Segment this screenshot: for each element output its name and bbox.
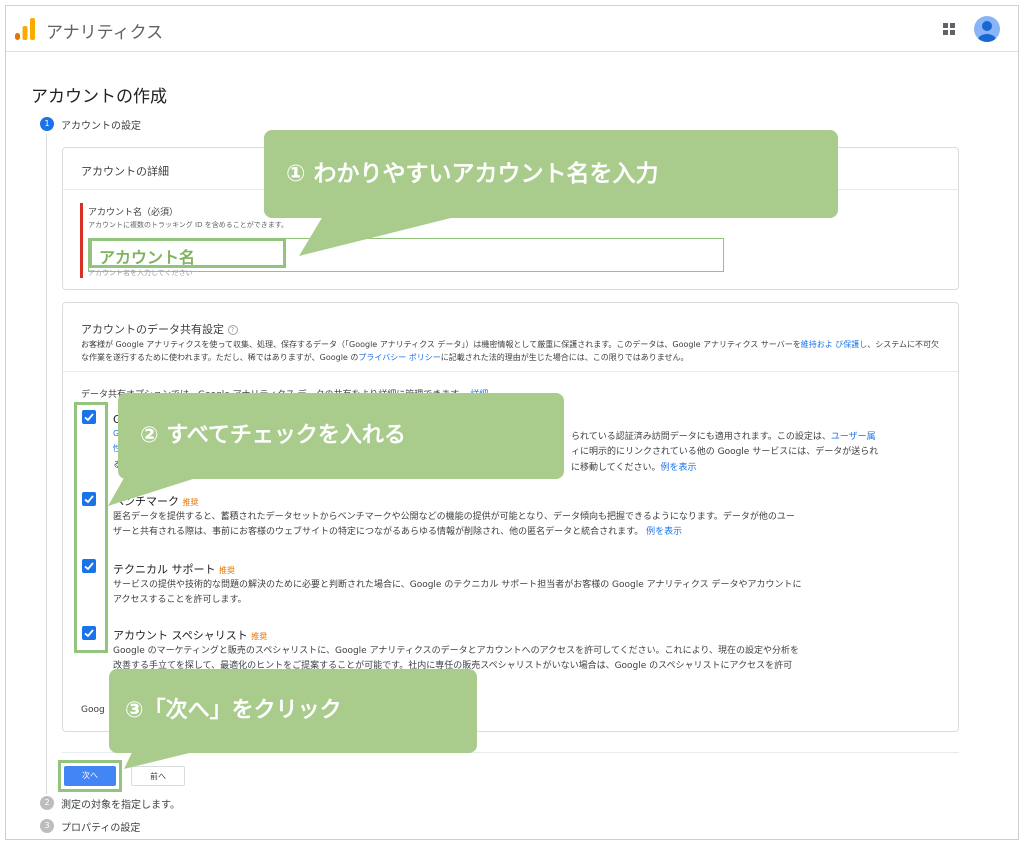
- check-icon: [84, 413, 94, 422]
- checkbox-option-4[interactable]: [82, 626, 96, 640]
- data-sharing-heading-text: アカウントのデータ共有設定: [81, 323, 224, 336]
- analytics-logo-icon: [15, 18, 35, 40]
- option-1-line-3-text: に移動してください。: [571, 463, 661, 473]
- option-1-line-3: に移動してください。例を表示: [571, 460, 696, 473]
- account-name-value: アカウント名: [99, 248, 196, 267]
- step-2-label: 測定の対象を指定します。: [61, 800, 180, 811]
- privacy-policy-link[interactable]: プライバシー ポリシー: [358, 353, 440, 362]
- stepper-line: [46, 134, 47, 794]
- option-1-line-1: られている認証済み訪問データにも適用されます。この設定は、ユーザー属: [571, 429, 876, 442]
- help-icon[interactable]: ?: [227, 325, 238, 335]
- user-avatar[interactable]: [974, 16, 1000, 42]
- account-details-heading: アカウントの詳細: [81, 165, 169, 178]
- user-icon: [978, 21, 996, 42]
- example-link-1[interactable]: 例を表示: [660, 463, 696, 473]
- account-name-help: アカウントに複数のトラッキング ID を含めることができます。: [88, 221, 288, 229]
- option-4-title: アカウント スペシャリスト 推奨: [113, 627, 267, 643]
- data-sharing-description: お客様が Google アナリティクスを使って収集、処理、保存するデータ（「Go…: [81, 338, 943, 364]
- callout-2: ② すべてチェックを入れる: [118, 393, 564, 479]
- option-3-line-1: サービスの提供や技術的な問題の解決のために必要と判断された場合に、Google …: [113, 580, 802, 590]
- data-sharing-card: アカウントのデータ共有設定 ? お客様が Google アナリティクスを使って収…: [62, 302, 959, 732]
- data-sharing-heading: アカウントのデータ共有設定 ?: [81, 321, 238, 337]
- callout-3: ③「次へ」をクリック: [109, 669, 477, 753]
- account-name-error: アカウント名を入力してください: [88, 269, 193, 277]
- checkbox-option-2[interactable]: [82, 492, 96, 506]
- divider: [63, 371, 958, 372]
- step-1-indicator: 1: [40, 117, 54, 131]
- checkbox-option-3[interactable]: [82, 559, 96, 573]
- step-3-label: プロパティの設定: [61, 823, 141, 834]
- top-bar: アナリティクス: [6, 6, 1018, 52]
- page-title: アカウントの作成: [31, 87, 167, 107]
- check-icon: [84, 495, 94, 504]
- option-2-line-2-text: ザーと共有される際は、事前にお客様のウェブサイトの特定につながるあらゆる情報が削…: [113, 527, 644, 537]
- step-3-indicator: 3: [40, 819, 54, 833]
- step-2-indicator: 2: [40, 796, 54, 810]
- recommended-badge: 推奨: [251, 632, 268, 641]
- option-2-line-1: 匿名データを提供すると、蓄積されたデータセットからベンチマークや公開などの機能の…: [113, 512, 795, 522]
- recommended-badge: 推奨: [219, 566, 235, 575]
- option-3-title: テクニカル サポート 推奨: [113, 561, 235, 577]
- option-1-line-2: ィに明示的にリンクされている他の Google サービスには、データが送られ: [571, 447, 879, 457]
- desc-text-1: お客様が Google アナリティクスを使って収集、処理、保存するデータ（「Go…: [81, 340, 801, 349]
- sharing-footer-text: Goog: [81, 705, 105, 715]
- checkbox-column-highlight: [74, 402, 108, 653]
- app-title: アナリティクス: [46, 23, 164, 43]
- option-3-title-text: テクニカル サポート: [113, 563, 216, 576]
- option-4-line-1: Google のマーケティングと販売のスペシャリストに、Google アナリティ…: [113, 646, 800, 656]
- account-name-label: アカウント名（必須）: [88, 208, 179, 218]
- check-icon: [84, 629, 94, 638]
- maintain-protect-link[interactable]: 維持およ び保護し: [801, 340, 868, 349]
- step-1-label: アカウントの設定: [61, 121, 141, 132]
- next-button[interactable]: 次へ: [64, 766, 116, 786]
- callout-1: ① わかりやすいアカウント名を入力: [264, 130, 838, 218]
- example-link-2[interactable]: 例を表示: [646, 527, 682, 537]
- account-name-value-highlight: アカウント名: [89, 238, 286, 268]
- desc-text-3: に記載された法的理由が生じた場合には、この限りではありません。: [440, 353, 689, 362]
- option-1-line-1-text: られている認証済み訪問データにも適用されます。この設定は、: [571, 432, 831, 442]
- check-icon: [84, 562, 94, 571]
- user-attribute-link[interactable]: ユーザー属: [831, 432, 876, 442]
- error-indicator-bar: [80, 203, 83, 278]
- option-3-line-2: アクセスすることを許可します。: [113, 595, 247, 605]
- apps-grid-icon[interactable]: [942, 22, 956, 36]
- option-2-line-2: ザーと共有される際は、事前にお客様のウェブサイトの特定につながるあらゆる情報が削…: [113, 525, 943, 540]
- option-3-description: サービスの提供や技術的な問題の解決のために必要と判断された場合に、Google …: [113, 578, 943, 608]
- option-4-title-text: アカウント スペシャリスト: [113, 629, 248, 642]
- app-window: アナリティクス アカウントの作成 1 アカウントの設定 アカウントの詳細 アカウ…: [5, 5, 1019, 840]
- checkbox-option-1[interactable]: [82, 410, 96, 424]
- option-2-description: 匿名データを提供すると、蓄積されたデータセットからベンチマークや公開などの機能の…: [113, 510, 943, 540]
